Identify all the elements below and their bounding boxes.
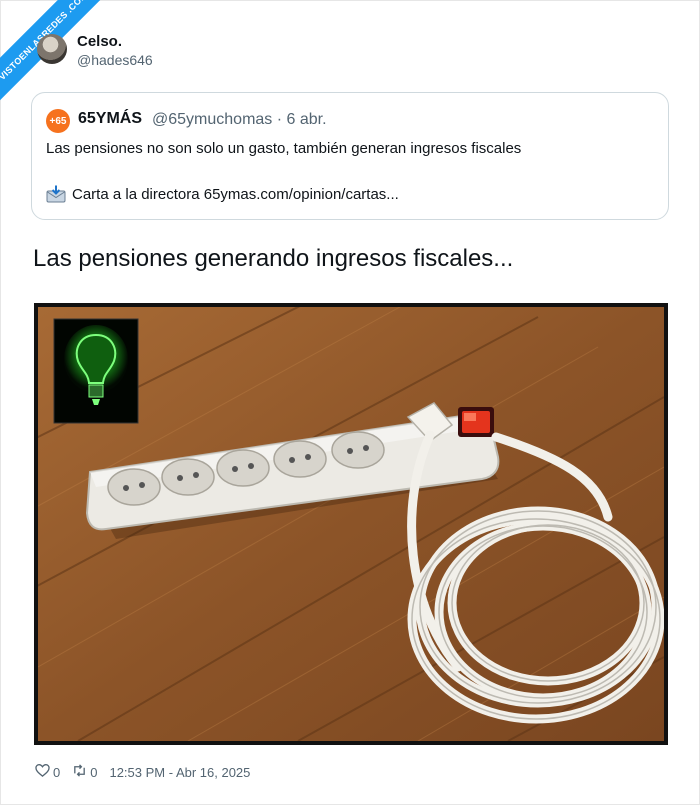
tweet-text: Las pensiones generando ingresos fiscale… [33, 245, 514, 272]
quoted-link-line: Carta a la directora 65ymas.com/opinion/… [46, 185, 399, 203]
retweet-count: 0 [90, 764, 98, 780]
envelope-icon [46, 185, 66, 203]
quoted-author-meta: @65ymuchomas · 6 abr. [152, 111, 327, 128]
quoted-link-text[interactable]: Carta a la directora 65ymas.com/opinion/… [72, 186, 399, 203]
author-handle[interactable]: @hades646 [77, 52, 153, 68]
quoted-author-name[interactable]: 65YMÁS [78, 110, 142, 128]
timestamp[interactable]: 12:53 PM - Abr 16, 2025 [109, 765, 250, 780]
retweet-icon [72, 763, 87, 781]
tweet-media-image[interactable] [34, 303, 668, 745]
like-button[interactable]: 0 [35, 763, 60, 781]
like-count: 0 [53, 764, 61, 780]
quoted-tweet-text: Las pensiones no son solo un gasto, tamb… [46, 140, 522, 157]
tweet-card: VISTOENLASREDES .COM Celso. @hades646 +6… [0, 0, 700, 805]
retweet-button[interactable]: 0 [72, 763, 97, 781]
heart-icon [35, 763, 50, 781]
author-name[interactable]: Celso. [77, 33, 122, 50]
power-strip-photo [38, 307, 664, 741]
tweet-footer: 0 0 12:53 PM - Abr 16, 2025 [35, 763, 250, 781]
avatar[interactable] [37, 34, 67, 64]
quoted-avatar[interactable]: +65 [46, 109, 70, 133]
quoted-tweet[interactable]: +65 65YMÁS @65ymuchomas · 6 abr. Las pen… [31, 92, 669, 220]
